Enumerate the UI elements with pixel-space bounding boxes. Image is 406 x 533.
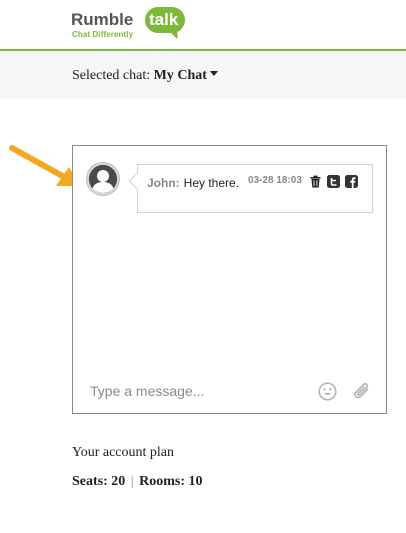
message-actions — [309, 175, 358, 188]
trash-icon[interactable] — [309, 175, 322, 188]
app-header: Rumble talk Chat Differently — [0, 0, 406, 50]
chat-message: John: Hey there. 03-28 18:03 — [128, 164, 373, 213]
message-input[interactable] — [90, 381, 310, 401]
logo-word-rumble: Rumble — [71, 10, 134, 29]
account-plan-title: Your account plan — [72, 445, 175, 460]
chat-selector-bar: Selected chat: My Chat — [0, 51, 406, 99]
selector-prefix: Selected chat: — [72, 68, 151, 83]
rumbletalk-logo[interactable]: Rumble talk Chat Differently — [71, 6, 191, 44]
logo-word-talk: talk — [149, 10, 179, 29]
person-icon — [89, 165, 117, 193]
twitter-icon[interactable] — [327, 175, 340, 188]
message-author[interactable]: John: — [147, 176, 180, 190]
paperclip-icon[interactable] — [352, 381, 372, 401]
message-composer — [73, 369, 386, 413]
message-timestamp: 03-28 18:03 — [248, 175, 302, 186]
message-body: John: Hey there. — [147, 176, 257, 190]
seats-count: Seats: 20 — [72, 474, 126, 489]
caret-down-icon — [209, 71, 218, 76]
selected-chat-name: My Chat — [153, 68, 207, 83]
message-bubble-tail — [128, 172, 146, 190]
facebook-icon[interactable] — [345, 175, 358, 188]
message-text: Hey there. — [183, 176, 240, 190]
emoji-icon[interactable] — [318, 382, 337, 401]
plan-separator: | — [130, 474, 134, 489]
account-plan-details: Seats: 20 | Rooms: 10 — [72, 474, 202, 490]
rooms-count: Rooms: 10 — [139, 474, 203, 489]
logo-tagline: Chat Differently — [72, 30, 134, 39]
chat-window: John: Hey there. 03-28 18:03 — [72, 145, 387, 414]
user-avatar[interactable] — [87, 163, 119, 195]
chat-selector-dropdown[interactable]: Selected chat: My Chat — [72, 68, 218, 84]
